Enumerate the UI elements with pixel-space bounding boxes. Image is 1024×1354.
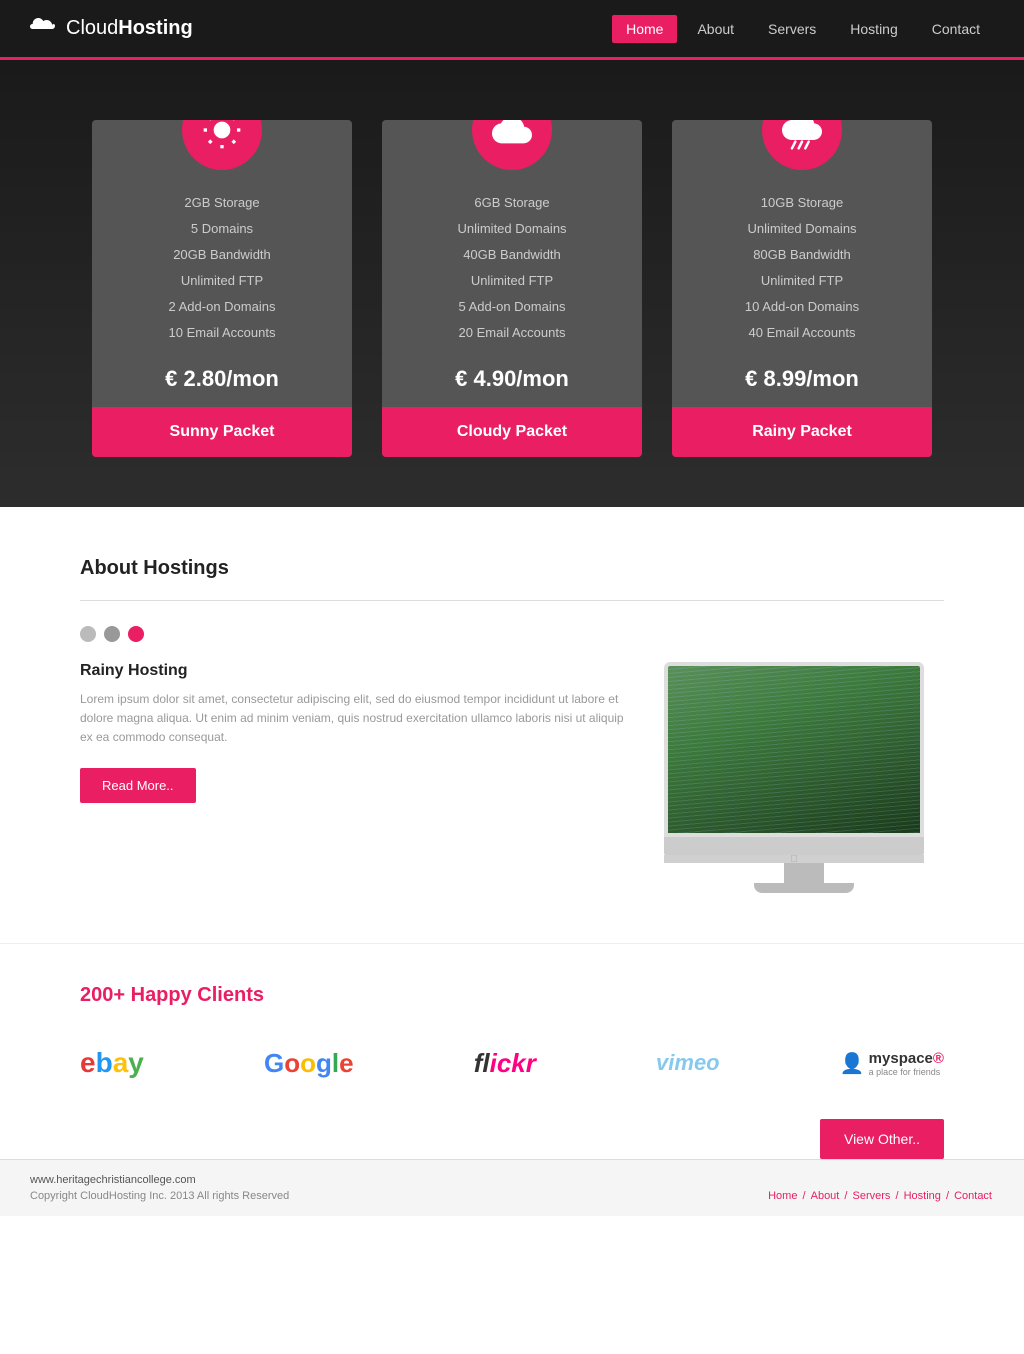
clients-section: 200+ Happy Clients ebay Google flickr vi…	[0, 943, 1024, 1159]
imac-neck	[784, 863, 824, 883]
imac-screen	[664, 662, 924, 837]
sun-icon	[202, 120, 242, 150]
clients-count: 200+	[80, 984, 125, 1006]
about-section: About Hostings Rainy Hosting Lorem ipsum…	[0, 507, 1024, 943]
main-nav: Home About Servers Hosting Contact	[612, 15, 994, 43]
logo-vimeo: vimeo	[656, 1050, 720, 1076]
footer-breadcrumb: Home / About / Servers / Hosting / Conta…	[766, 1190, 994, 1202]
hosting-row: Rainy Hosting Lorem ipsum dolor sit amet…	[80, 662, 944, 893]
pricing-card-cloudy: 6GB Storage Unlimited Domains 40GB Bandw…	[382, 120, 642, 457]
view-other-button[interactable]: View Other..	[820, 1119, 944, 1159]
imac-stand-top	[664, 837, 924, 855]
logo-ebay: ebay	[80, 1047, 144, 1079]
rainy-price: € 8.99/mon	[745, 366, 859, 392]
footer-copyright-row: Copyright CloudHosting Inc. 2013 All rig…	[30, 1190, 994, 1202]
sunny-features: 2GB Storage 5 Domains 20GB Bandwidth Unl…	[149, 190, 296, 346]
about-divider	[80, 600, 944, 601]
rainy-features: 10GB Storage Unlimited Domains 80GB Band…	[725, 190, 879, 346]
rainy-icon-wrap	[762, 120, 842, 170]
footer-link-about[interactable]: About	[811, 1190, 840, 1202]
cloudy-features: 6GB Storage Unlimited Domains 40GB Bandw…	[437, 190, 586, 346]
hosting-image: 	[664, 662, 944, 893]
sunny-price: € 2.80/mon	[165, 366, 279, 392]
clients-logos: ebay Google flickr vimeo 👤 myspace® a pl…	[80, 1047, 944, 1079]
footer-copyright: Copyright CloudHosting Inc. 2013 All rig…	[30, 1190, 289, 1202]
dot-2[interactable]	[104, 626, 120, 642]
nav-home[interactable]: Home	[612, 15, 677, 43]
nav-servers[interactable]: Servers	[754, 15, 830, 43]
logo-myspace: 👤 myspace® a place for friends	[840, 1050, 944, 1077]
hosting-text: Rainy Hosting Lorem ipsum dolor sit amet…	[80, 662, 624, 803]
pricing-section: 2GB Storage 5 Domains 20GB Bandwidth Unl…	[0, 60, 1024, 507]
pricing-card-rainy: 10GB Storage Unlimited Domains 80GB Band…	[672, 120, 932, 457]
rain-icon	[782, 120, 822, 150]
footer-link-home[interactable]: Home	[768, 1190, 797, 1202]
header: CloudHosting Home About Servers Hosting …	[0, 0, 1024, 60]
hosting-description: Lorem ipsum dolor sit amet, consectetur …	[80, 690, 624, 748]
footer-link-servers[interactable]: Servers	[853, 1190, 891, 1202]
logo-flickr: flickr	[474, 1048, 536, 1079]
pricing-card-sunny: 2GB Storage 5 Domains 20GB Bandwidth Unl…	[92, 120, 352, 457]
read-more-button[interactable]: Read More..	[80, 768, 196, 803]
rainy-button[interactable]: Rainy Packet	[672, 407, 932, 457]
footer-link-hosting[interactable]: Hosting	[904, 1190, 941, 1202]
logo-text: CloudHosting	[66, 17, 193, 40]
cloudy-button[interactable]: Cloudy Packet	[382, 407, 642, 457]
rain-overlay	[668, 666, 920, 833]
imac-base	[754, 883, 854, 893]
about-title: About Hostings	[80, 557, 944, 580]
nav-about[interactable]: About	[683, 15, 748, 43]
cloudy-price: € 4.90/mon	[455, 366, 569, 392]
footer: www.heritagechristiancollege.com Copyrig…	[0, 1159, 1024, 1216]
myspace-icon: 👤	[840, 1051, 865, 1076]
imac-mockup: 	[664, 662, 944, 893]
hosting-subtitle: Rainy Hosting	[80, 662, 624, 680]
dot-1[interactable]	[80, 626, 96, 642]
nav-contact[interactable]: Contact	[918, 15, 994, 43]
nav-hosting[interactable]: Hosting	[836, 15, 911, 43]
footer-link-contact[interactable]: Contact	[954, 1190, 992, 1202]
cloud-icon	[492, 120, 532, 150]
sunny-icon-wrap	[182, 120, 262, 170]
dot-indicators	[80, 626, 944, 642]
cloud-logo-icon	[30, 16, 58, 42]
footer-url: www.heritagechristiancollege.com	[30, 1174, 994, 1186]
clients-title: 200+ Happy Clients	[80, 984, 944, 1007]
sunny-button[interactable]: Sunny Packet	[92, 407, 352, 457]
logo-google: Google	[264, 1048, 354, 1079]
screen-content	[668, 666, 920, 833]
cloudy-icon-wrap	[472, 120, 552, 170]
clients-title-rest: Happy Clients	[125, 984, 264, 1006]
dot-3-active[interactable]	[128, 626, 144, 642]
logo: CloudHosting	[30, 16, 193, 42]
